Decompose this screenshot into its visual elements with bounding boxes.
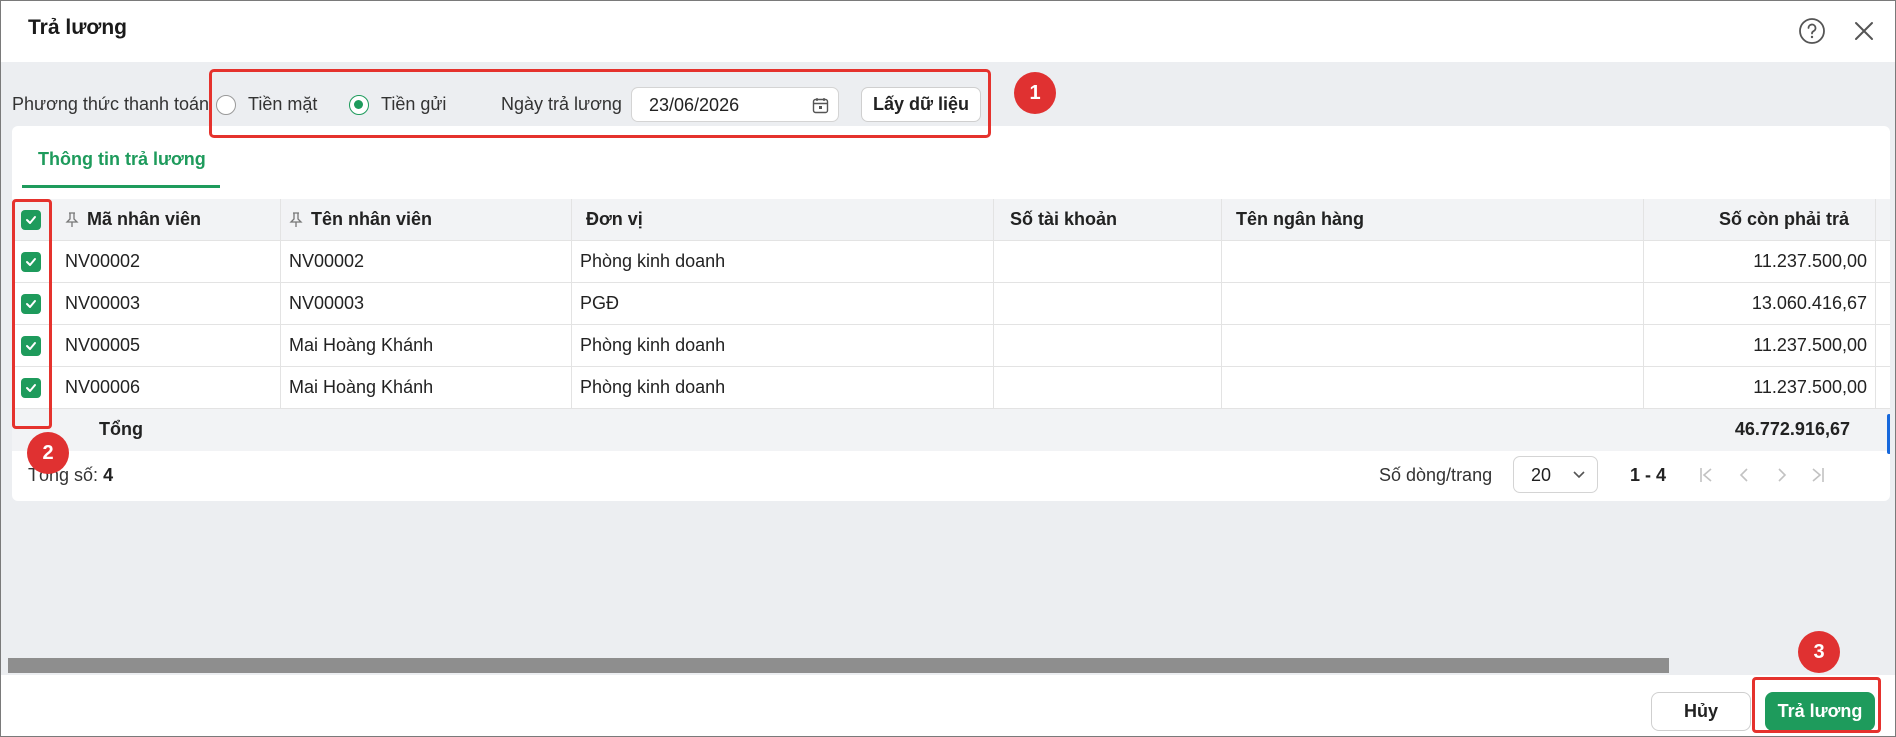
cell-unit: Phòng kinh doanh xyxy=(572,241,994,282)
cell-unit: Phòng kinh doanh xyxy=(572,325,994,366)
cell-account-number[interactable] xyxy=(994,367,1222,408)
rows-per-page-label: Số dòng/trang xyxy=(1379,465,1493,485)
table-row[interactable]: NV00002 NV00002 Phòng kinh doanh 11.237.… xyxy=(12,241,1890,283)
header-amount-due[interactable]: Số còn phải trả xyxy=(1644,199,1876,240)
header-employee-code-label: Mã nhân viên xyxy=(87,209,202,229)
pin-icon[interactable] xyxy=(65,212,79,228)
vertical-scroll-indicator[interactable] xyxy=(1887,414,1890,454)
total-amount: 46.772.916,67 xyxy=(1734,419,1850,439)
close-icon[interactable] xyxy=(1850,17,1878,45)
total-label: Tổng xyxy=(99,419,143,439)
table-row[interactable]: NV00005 Mai Hoàng Khánh Phòng kinh doanh… xyxy=(12,325,1890,367)
payment-method-label: Phương thức thanh toán xyxy=(12,94,210,114)
cell-amount-due: 11.237.500,00 xyxy=(1644,325,1876,366)
annotation-badge-2: 2 xyxy=(27,432,69,474)
cell-employee-code: NV00002 xyxy=(57,241,281,282)
cell-account-number[interactable] xyxy=(994,325,1222,366)
dialog-footer xyxy=(1,675,1895,736)
cell-employee-code: NV00006 xyxy=(57,367,281,408)
header-account-number[interactable]: Số tài khoản xyxy=(994,199,1222,240)
header-unit[interactable]: Đơn vị xyxy=(572,199,994,240)
cell-bank-name[interactable] xyxy=(1222,283,1644,324)
cell-bank-name[interactable] xyxy=(1222,241,1644,282)
header-bank-name[interactable]: Tên ngân hàng xyxy=(1222,199,1644,240)
prev-page-icon[interactable] xyxy=(1737,466,1751,484)
cancel-button[interactable]: Hủy xyxy=(1651,692,1751,731)
cell-employee-code: NV00003 xyxy=(57,283,281,324)
table-header-row: Mã nhân viên Tên nhân viên Đơn vị Số tài… xyxy=(12,199,1890,241)
table-row[interactable]: NV00006 Mai Hoàng Khánh Phòng kinh doanh… xyxy=(12,367,1890,409)
cell-amount-due: 13.060.416,67 xyxy=(1644,283,1876,324)
page-range: 1 - 4 xyxy=(1630,465,1667,485)
cell-amount-due: 11.237.500,00 xyxy=(1644,241,1876,282)
cell-employee-name: NV00002 xyxy=(281,241,572,282)
annotation-badge-1: 1 xyxy=(1014,72,1056,114)
cell-amount-due: 11.237.500,00 xyxy=(1644,367,1876,408)
highlight-box-1 xyxy=(209,69,991,138)
cell-bank-name[interactable] xyxy=(1222,325,1644,366)
table-row[interactable]: NV00003 NV00003 PGĐ 13.060.416,67 xyxy=(12,283,1890,325)
cell-unit: PGĐ xyxy=(572,283,994,324)
pay-salary-dialog: Trả lương Phương thức thanh toán Tiền mặ… xyxy=(0,0,1896,737)
cell-bank-name[interactable] xyxy=(1222,367,1644,408)
dialog-title: Trả lương xyxy=(28,16,127,39)
last-page-icon[interactable] xyxy=(1810,466,1826,484)
chevron-down-icon xyxy=(1573,471,1585,479)
cell-employee-code: NV00005 xyxy=(57,325,281,366)
cell-employee-name: Mai Hoàng Khánh xyxy=(281,325,572,366)
cell-employee-name: Mai Hoàng Khánh xyxy=(281,367,572,408)
header-employee-name-label: Tên nhân viên xyxy=(311,209,433,229)
rows-per-page-value: 20 xyxy=(1531,465,1552,485)
cell-account-number[interactable] xyxy=(994,283,1222,324)
help-icon[interactable] xyxy=(1798,17,1826,45)
annotation-badge-3: 3 xyxy=(1798,631,1840,673)
cell-employee-name: NV00003 xyxy=(281,283,572,324)
next-page-icon[interactable] xyxy=(1775,466,1789,484)
salary-info-panel: Thông tin trả lương Mã nhân viên Tên nhâ… xyxy=(12,126,1890,501)
first-page-icon[interactable] xyxy=(1698,466,1714,484)
header-employee-code[interactable]: Mã nhân viên xyxy=(57,199,281,240)
cell-account-number[interactable] xyxy=(994,241,1222,282)
tab-salary-info[interactable]: Thông tin trả lương xyxy=(38,149,206,170)
dialog-header: Trả lương xyxy=(1,1,1895,62)
total-count-value: 4 xyxy=(103,465,114,485)
cell-unit: Phòng kinh doanh xyxy=(572,367,994,408)
highlight-box-3 xyxy=(1752,677,1881,733)
header-employee-name[interactable]: Tên nhân viên xyxy=(281,199,572,240)
table-total-row: Tổng 46.772.916,67 xyxy=(12,409,1890,451)
tab-active-indicator xyxy=(22,185,220,188)
highlight-box-2 xyxy=(12,199,52,429)
pin-icon[interactable] xyxy=(289,212,303,228)
horizontal-scrollbar[interactable] xyxy=(8,658,1669,673)
rows-per-page-select[interactable]: 20 xyxy=(1513,456,1598,493)
